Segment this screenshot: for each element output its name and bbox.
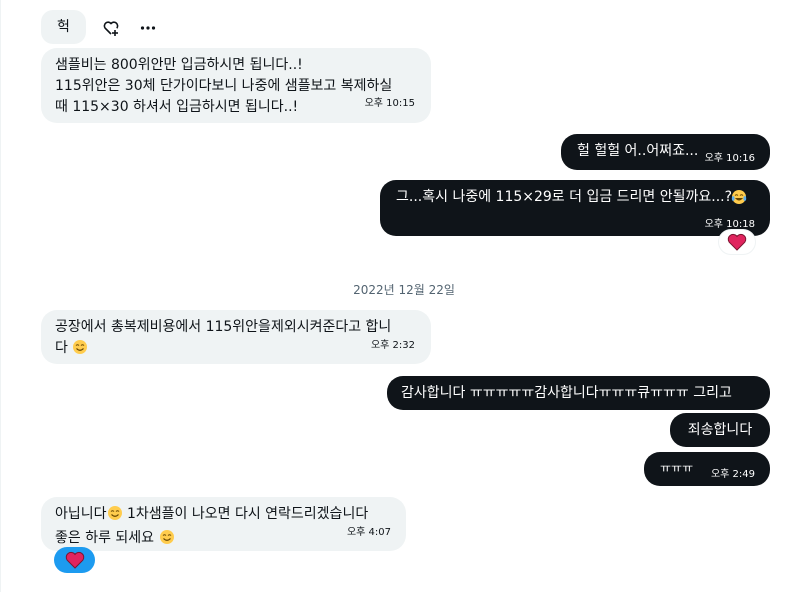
message-bubble-outgoing[interactable]: ㅠㅠㅠ 오후 2:49 xyxy=(644,452,770,486)
message-text-line: 때 115×30 하셔서 입금하시면 됩니다..! xyxy=(55,99,299,115)
message-text-line: 공장에서 총복제비용에서 115위안을제외시켜준다고 합니 xyxy=(55,319,392,335)
smiling-face-emoji xyxy=(72,339,88,362)
more-options-button[interactable] xyxy=(138,18,158,38)
message-text: 아닙니다 xyxy=(55,506,107,522)
message-timestamp: 오후 2:49 xyxy=(710,469,755,480)
heart-emoji xyxy=(727,233,747,251)
message-text: 헐 헐헐 어..어쩌죠... xyxy=(577,143,699,159)
message-bubble-outgoing[interactable]: 죄송합니다 xyxy=(670,413,770,447)
date-separator: 2022년 12월 22일 xyxy=(353,283,455,297)
heart-emoji xyxy=(65,551,84,569)
reaction-heart[interactable] xyxy=(718,229,756,255)
message-bubble-incoming[interactable]: 헉 xyxy=(41,10,86,44)
smiling-face-emoji xyxy=(159,529,175,552)
message-text-line: 115위안은 30체 단가이다보니 나중에 샘플보고 복제하실 xyxy=(55,78,393,94)
message-bubble-outgoing[interactable]: 그...혹시 나중에 115×29로 더 입금 드리면 안될까요...? 오후 … xyxy=(380,180,770,236)
message-text: 좋은 하루 되세요 xyxy=(55,530,155,546)
add-reaction-icon xyxy=(103,21,119,36)
tears-of-joy-emoji xyxy=(731,189,747,212)
message-bubble-incoming[interactable]: 아닙니다 1차샘플이 나오면 다시 연락드리겠습니다 좋은 하루 되세요 오후 … xyxy=(41,497,406,551)
smiling-face-emoji xyxy=(107,505,123,528)
message-bubble-incoming[interactable]: 공장에서 총복제비용에서 115위안을제외시켜준다고 합니 다 오후 2:32 xyxy=(41,310,431,364)
message-text: 헉 xyxy=(57,18,70,35)
message-timestamp: 오후 2:32 xyxy=(370,340,415,351)
message-timestamp: 오후 10:16 xyxy=(704,153,755,164)
message-timestamp: 오후 10:15 xyxy=(364,98,415,109)
message-bubble-outgoing[interactable]: 감사합니다 ㅠㅠㅠㅠㅠ감사합니다ㅠㅠㅠ큐ㅠㅠㅠ 그리고 xyxy=(387,376,770,410)
message-text-line: 샘플비는 800위안만 입금하시면 됩니다..! xyxy=(55,57,303,73)
message-text: 그...혹시 나중에 115×29로 더 입금 드리면 안될까요...? xyxy=(396,189,733,205)
message-text: ㅠㅠㅠ xyxy=(660,461,694,475)
message-text: 죄송합니다 xyxy=(687,421,753,438)
message-bubble-incoming[interactable]: 샘플비는 800위안만 입금하시면 됩니다..! 115위안은 30체 단가이다… xyxy=(41,48,431,123)
message-timestamp: 오후 4:07 xyxy=(346,527,391,538)
reaction-heart-mine[interactable] xyxy=(54,547,95,573)
message-bubble-outgoing[interactable]: 헐 헐헐 어..어쩌죠... 오후 10:16 xyxy=(561,134,770,170)
message-text-line: 다 xyxy=(55,340,68,356)
message-text: 1차샘플이 나오면 다시 연락드리겠습니다 xyxy=(126,506,369,522)
message-text: 감사합니다 ㅠㅠㅠㅠㅠ감사합니다ㅠㅠㅠ큐ㅠㅠㅠ 그리고 xyxy=(401,384,732,401)
more-icon xyxy=(140,26,156,30)
add-reaction-button[interactable] xyxy=(101,18,121,38)
